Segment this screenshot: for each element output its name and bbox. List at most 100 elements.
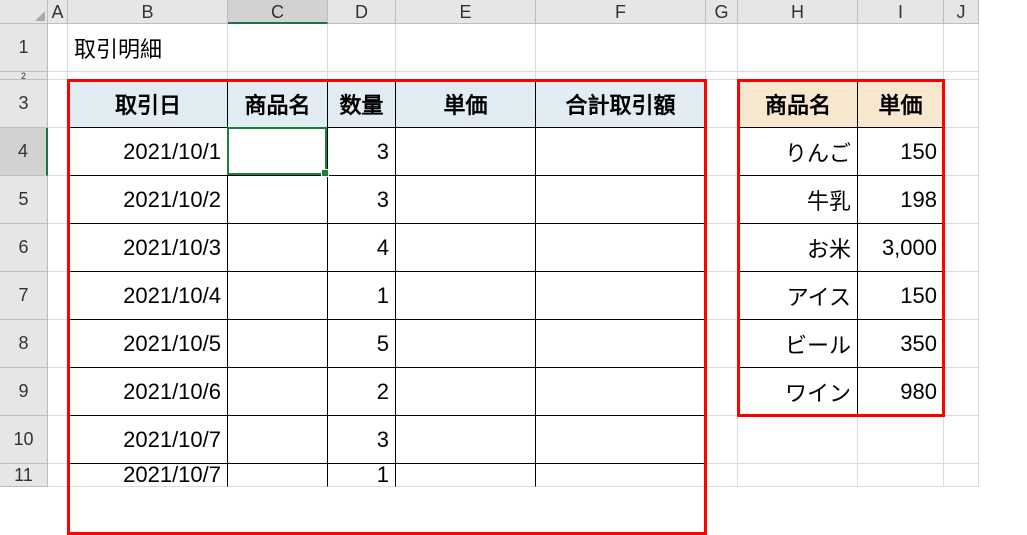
main-price-11[interactable] xyxy=(396,464,536,487)
lookup-name-5[interactable]: 牛乳 xyxy=(738,176,858,224)
main-price-10[interactable] xyxy=(396,416,536,464)
column-header-G[interactable]: G xyxy=(706,0,738,24)
main-qty-10[interactable]: 3 xyxy=(328,416,396,464)
cell-H10[interactable] xyxy=(738,416,858,464)
lookup-price-8[interactable]: 350 xyxy=(858,320,944,368)
cell-A11[interactable] xyxy=(48,464,68,487)
cell-G9[interactable] xyxy=(706,368,738,416)
cell-H2[interactable] xyxy=(738,72,858,80)
cell-J5[interactable] xyxy=(944,176,979,224)
column-header-F[interactable]: F xyxy=(536,0,706,24)
main-qty-9[interactable]: 2 xyxy=(328,368,396,416)
main-date-6[interactable]: 2021/10/3 xyxy=(68,224,228,272)
cell-G6[interactable] xyxy=(706,224,738,272)
lookup-price-6[interactable]: 3,000 xyxy=(858,224,944,272)
cell-D1[interactable] xyxy=(328,24,396,72)
cell-J6[interactable] xyxy=(944,224,979,272)
cell-A7[interactable] xyxy=(48,272,68,320)
row-header-4[interactable]: 4 xyxy=(0,128,48,176)
cell-D2[interactable] xyxy=(328,72,396,80)
main-price-8[interactable] xyxy=(396,320,536,368)
cell-A1[interactable] xyxy=(48,24,68,72)
main-price-6[interactable] xyxy=(396,224,536,272)
cell-J3[interactable] xyxy=(944,80,979,128)
cell-C2[interactable] xyxy=(228,72,328,80)
lookup-header-price[interactable]: 単価 xyxy=(858,80,944,128)
cell-A2[interactable] xyxy=(48,72,68,80)
lookup-name-7[interactable]: アイス xyxy=(738,272,858,320)
main-name-7[interactable] xyxy=(228,272,328,320)
cell-G5[interactable] xyxy=(706,176,738,224)
column-header-J[interactable]: J xyxy=(944,0,979,24)
cell-H11[interactable] xyxy=(738,464,858,487)
select-all-corner[interactable] xyxy=(0,0,48,24)
main-qty-5[interactable]: 3 xyxy=(328,176,396,224)
row-header-7[interactable]: 7 xyxy=(0,272,48,320)
column-header-H[interactable]: H xyxy=(738,0,858,24)
cell-J4[interactable] xyxy=(944,128,979,176)
main-total-11[interactable] xyxy=(536,464,706,487)
main-name-8[interactable] xyxy=(228,320,328,368)
main-total-10[interactable] xyxy=(536,416,706,464)
cell-I2[interactable] xyxy=(858,72,944,80)
cell-H1[interactable] xyxy=(738,24,858,72)
lookup-price-7[interactable]: 150 xyxy=(858,272,944,320)
main-total-5[interactable] xyxy=(536,176,706,224)
cell-F1[interactable] xyxy=(536,24,706,72)
main-price-4[interactable] xyxy=(396,128,536,176)
column-header-D[interactable]: D xyxy=(328,0,396,24)
cell-E1[interactable] xyxy=(396,24,536,72)
cell-I10[interactable] xyxy=(858,416,944,464)
column-header-C[interactable]: C xyxy=(228,0,328,24)
cell-J2[interactable] xyxy=(944,72,979,80)
main-date-9[interactable]: 2021/10/6 xyxy=(68,368,228,416)
row-header-10[interactable]: 10 xyxy=(0,416,48,464)
main-total-8[interactable] xyxy=(536,320,706,368)
main-header-price[interactable]: 単価 xyxy=(396,80,536,128)
main-date-7[interactable]: 2021/10/4 xyxy=(68,272,228,320)
row-header-2[interactable]: 2 xyxy=(0,72,48,80)
row-header-3[interactable]: 3 xyxy=(0,80,48,128)
main-date-4[interactable]: 2021/10/1 xyxy=(68,128,228,176)
row-header-8[interactable]: 8 xyxy=(0,320,48,368)
main-price-5[interactable] xyxy=(396,176,536,224)
cell-C1[interactable] xyxy=(228,24,328,72)
main-total-7[interactable] xyxy=(536,272,706,320)
cell-G7[interactable] xyxy=(706,272,738,320)
cell-J1[interactable] xyxy=(944,24,979,72)
main-date-10[interactable]: 2021/10/7 xyxy=(68,416,228,464)
cell-E2[interactable] xyxy=(396,72,536,80)
row-header-9[interactable]: 9 xyxy=(0,368,48,416)
lookup-name-9[interactable]: ワイン xyxy=(738,368,858,416)
cell-G2[interactable] xyxy=(706,72,738,80)
cell-I1[interactable] xyxy=(858,24,944,72)
cell-A3[interactable] xyxy=(48,80,68,128)
spreadsheet-grid[interactable]: ABCDEFGHIJ1取引明細23取引日商品名数量単価合計取引額商品名単価420… xyxy=(0,0,1027,525)
lookup-name-4[interactable]: りんご xyxy=(738,128,858,176)
title-cell[interactable]: 取引明細 xyxy=(68,24,228,72)
cell-G1[interactable] xyxy=(706,24,738,72)
main-header-qty[interactable]: 数量 xyxy=(328,80,396,128)
main-name-4[interactable] xyxy=(228,128,328,176)
main-price-7[interactable] xyxy=(396,272,536,320)
row-header-1[interactable]: 1 xyxy=(0,24,48,72)
cell-J9[interactable] xyxy=(944,368,979,416)
main-qty-8[interactable]: 5 xyxy=(328,320,396,368)
main-header-date[interactable]: 取引日 xyxy=(68,80,228,128)
cell-A4[interactable] xyxy=(48,128,68,176)
main-name-9[interactable] xyxy=(228,368,328,416)
main-price-9[interactable] xyxy=(396,368,536,416)
cell-I11[interactable] xyxy=(858,464,944,487)
main-qty-4[interactable]: 3 xyxy=(328,128,396,176)
row-header-6[interactable]: 6 xyxy=(0,224,48,272)
main-qty-11[interactable]: 1 xyxy=(328,464,396,487)
cell-J10[interactable] xyxy=(944,416,979,464)
cell-A8[interactable] xyxy=(48,320,68,368)
main-date-8[interactable]: 2021/10/5 xyxy=(68,320,228,368)
row-header-11[interactable]: 11 xyxy=(0,464,48,487)
row-header-5[interactable]: 5 xyxy=(0,176,48,224)
lookup-name-8[interactable]: ビール xyxy=(738,320,858,368)
cell-J11[interactable] xyxy=(944,464,979,487)
cell-A10[interactable] xyxy=(48,416,68,464)
cell-G11[interactable] xyxy=(706,464,738,487)
